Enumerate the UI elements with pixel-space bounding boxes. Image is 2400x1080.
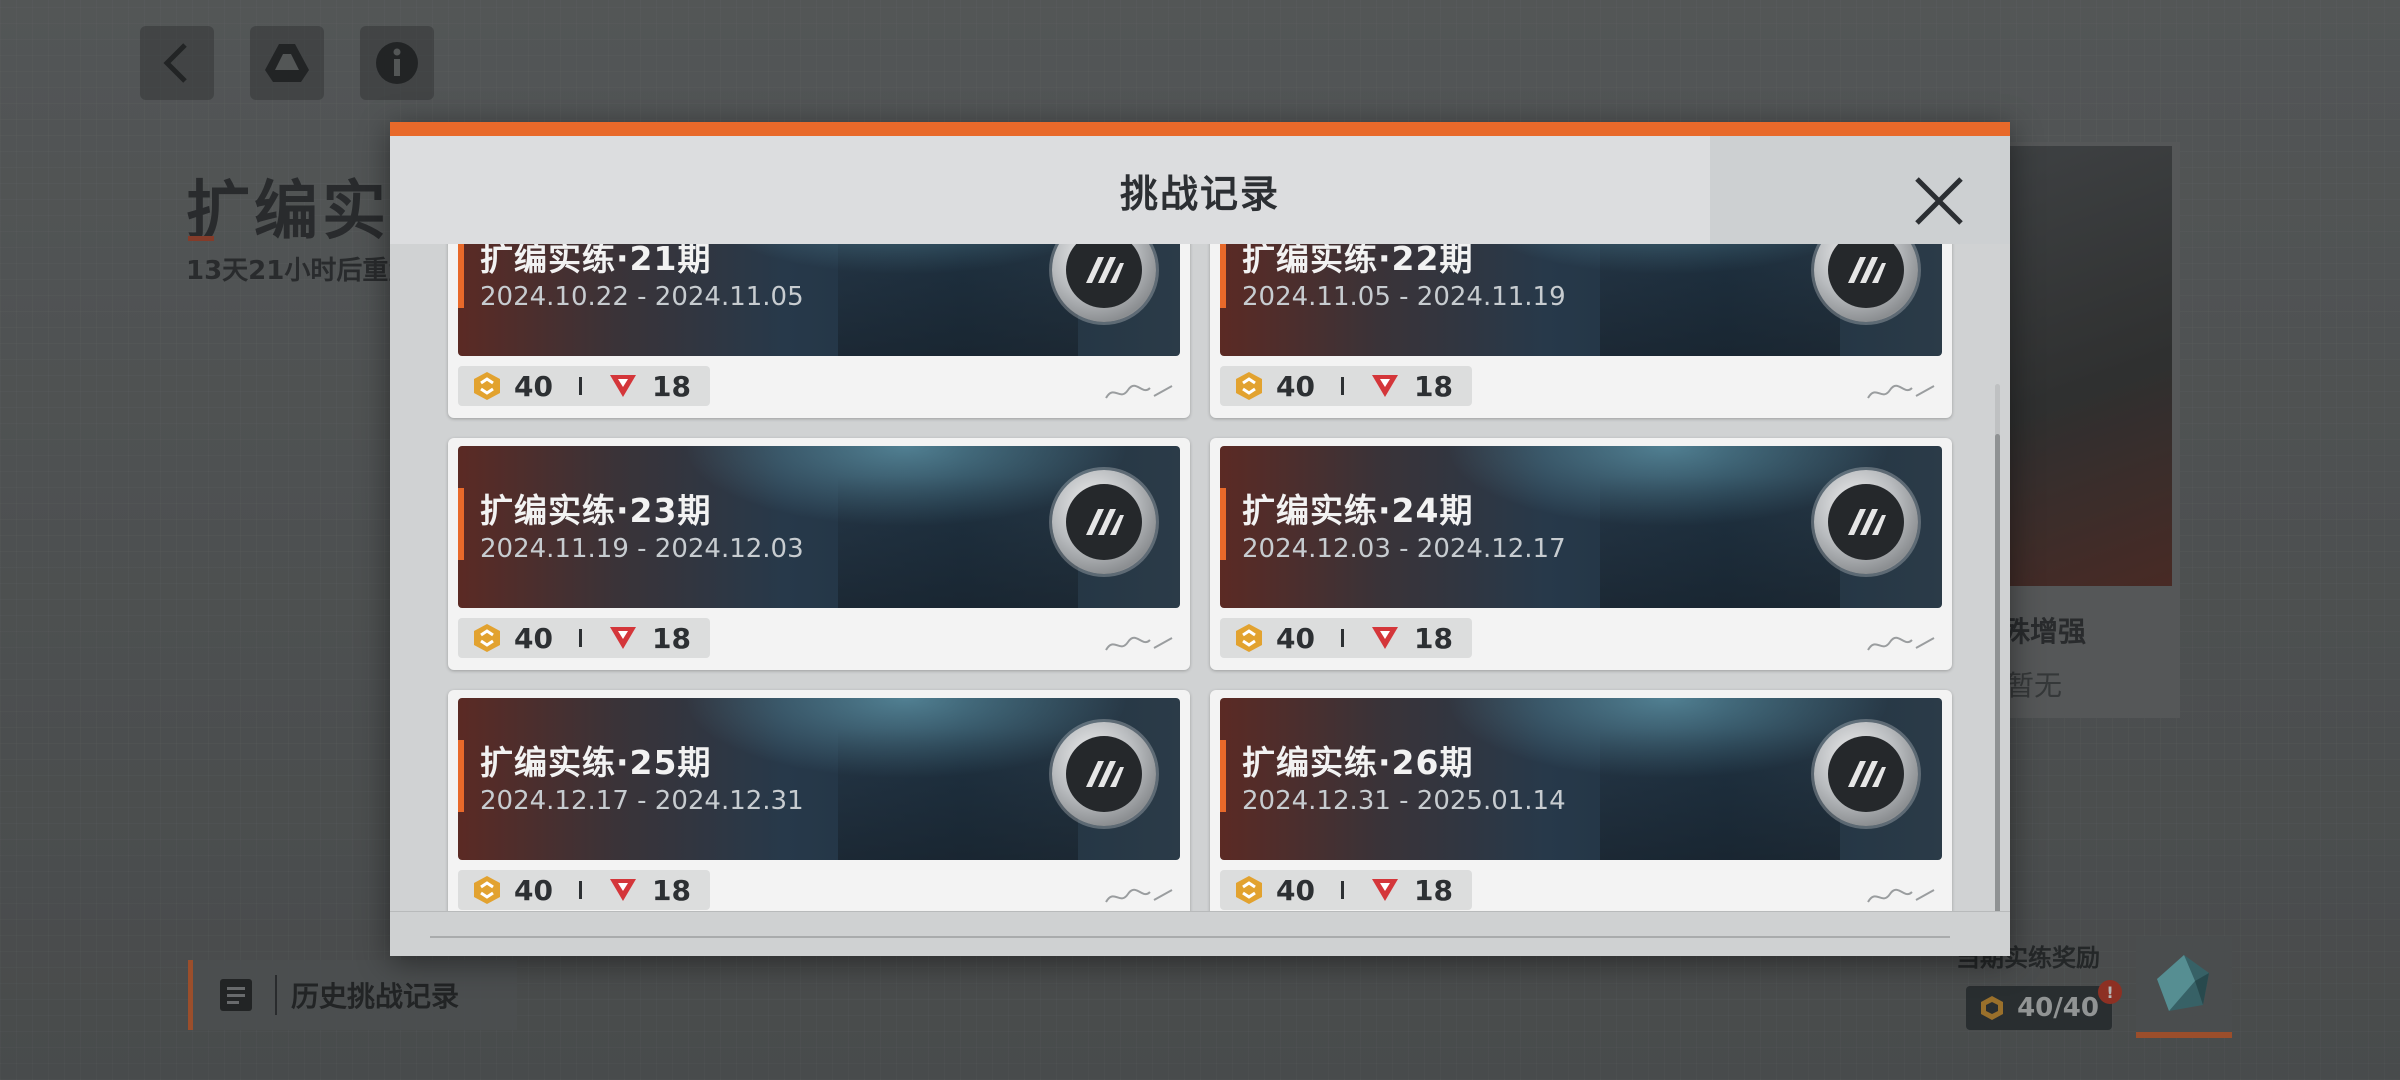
record-banner: 扩编实练·25期 2024.12.17 - 2024.12.31 [458,698,1180,860]
banner-accent [458,244,464,308]
defeat-chevron-icon [608,625,638,651]
record-name: 扩编实练·22期 [1242,244,1474,278]
stats-divider [578,629,582,647]
completion-medal-icon [1814,470,1918,574]
record-card[interactable]: 扩编实练·26期 2024.12.31 - 2025.01.14 40 18 [1210,690,1952,912]
record-card[interactable]: 扩编实练·22期 2024.11.05 - 2024.11.19 40 18 [1210,244,1952,418]
footer-rule [430,936,1950,938]
dialog-footer [390,911,2010,956]
record-stats: 40 18 [1220,618,1472,658]
banner-accent [1220,244,1226,308]
stats-divider [578,377,582,395]
dialog-header: 挑战记录 [390,136,2010,244]
record-name: 扩编实练·21期 [480,244,712,278]
score-token-icon [472,623,502,653]
record-defeats: 18 [1413,621,1453,655]
scrollbar-thumb[interactable] [1995,434,2000,912]
record-card[interactable]: 扩编实练·21期 2024.10.22 - 2024.11.05 40 18 [448,244,1190,418]
banner-accent [1220,740,1226,812]
signature-mark [1105,384,1173,399]
banner-art [1600,728,1840,860]
record-score: 40 [514,873,553,907]
record-dates: 2024.12.31 - 2025.01.14 [1242,786,1566,816]
stats-divider [578,881,582,899]
record-banner: 扩编实练·23期 2024.11.19 - 2024.12.03 [458,446,1180,608]
score-token-icon [1234,875,1264,905]
close-icon [1915,177,1963,225]
banner-art [838,244,1078,356]
record-card[interactable]: 扩编实练·24期 2024.12.03 - 2024.12.17 40 18 [1210,438,1952,670]
record-score: 40 [514,369,553,403]
record-defeats: 18 [651,621,691,655]
records-list[interactable]: 扩编实练·21期 2024.10.22 - 2024.11.05 40 18 扩… [390,244,2010,912]
record-dates: 2024.12.17 - 2024.12.31 [480,786,804,816]
record-score: 40 [1276,369,1315,403]
stats-divider [1340,881,1344,899]
record-defeats: 18 [1413,873,1453,907]
record-name: 扩编实练·25期 [480,743,712,782]
banner-art [838,728,1078,860]
defeat-chevron-icon [1370,373,1400,399]
signature-mark [1105,636,1173,651]
record-defeats: 18 [651,369,691,403]
signature-mark [1867,384,1935,399]
banner-art [1600,476,1840,608]
record-stats: 40 18 [1220,870,1472,910]
challenge-records-dialog: 挑战记录 扩编实练·21期 2024.10.22 - 2024.11.05 40 [390,122,2010,956]
banner-accent [1220,488,1226,560]
record-name: 扩编实练·23期 [480,491,712,530]
record-dates: 2024.11.05 - 2024.11.19 [1242,282,1566,312]
stats-divider [1340,629,1344,647]
close-button[interactable] [1904,166,1974,236]
record-score: 40 [1276,621,1315,655]
score-token-icon [1234,371,1264,401]
record-name: 扩编实练·24期 [1242,491,1474,530]
record-stats: 40 18 [458,618,710,658]
signature-mark [1105,888,1173,903]
signature-mark [1867,888,1935,903]
record-score: 40 [1276,873,1315,907]
record-banner: 扩编实练·26期 2024.12.31 - 2025.01.14 [1220,698,1942,860]
defeat-chevron-icon [608,877,638,903]
record-score: 40 [514,621,553,655]
record-card[interactable]: 扩编实练·25期 2024.12.17 - 2024.12.31 40 18 [448,690,1190,912]
defeat-chevron-icon [1370,877,1400,903]
banner-art [838,476,1078,608]
record-banner: 扩编实练·21期 2024.10.22 - 2024.11.05 [458,244,1180,356]
completion-medal-icon [1052,470,1156,574]
dialog-accent-bar [390,122,2010,136]
record-banner: 扩编实练·24期 2024.12.03 - 2024.12.17 [1220,446,1942,608]
record-stats: 40 18 [458,366,710,406]
signature-mark [1867,636,1935,651]
score-token-icon [1234,623,1264,653]
defeat-chevron-icon [1370,625,1400,651]
score-token-icon [472,875,502,905]
record-defeats: 18 [651,873,691,907]
record-dates: 2024.11.19 - 2024.12.03 [480,534,804,564]
record-dates: 2024.10.22 - 2024.11.05 [480,282,804,312]
stats-divider [1340,377,1344,395]
banner-accent [458,488,464,560]
record-banner: 扩编实练·22期 2024.11.05 - 2024.11.19 [1220,244,1942,356]
record-stats: 40 18 [458,870,710,910]
dialog-title: 挑战记录 [1119,171,1280,216]
score-token-icon [472,371,502,401]
record-stats: 40 18 [1220,366,1472,406]
record-dates: 2024.12.03 - 2024.12.17 [1242,534,1566,564]
record-card[interactable]: 扩编实练·23期 2024.11.19 - 2024.12.03 40 18 [448,438,1190,670]
completion-medal-icon [1052,722,1156,826]
banner-accent [458,740,464,812]
defeat-chevron-icon [608,373,638,399]
completion-medal-icon [1814,722,1918,826]
banner-art [1600,244,1840,356]
record-name: 扩编实练·26期 [1242,743,1474,782]
record-defeats: 18 [1413,369,1453,403]
